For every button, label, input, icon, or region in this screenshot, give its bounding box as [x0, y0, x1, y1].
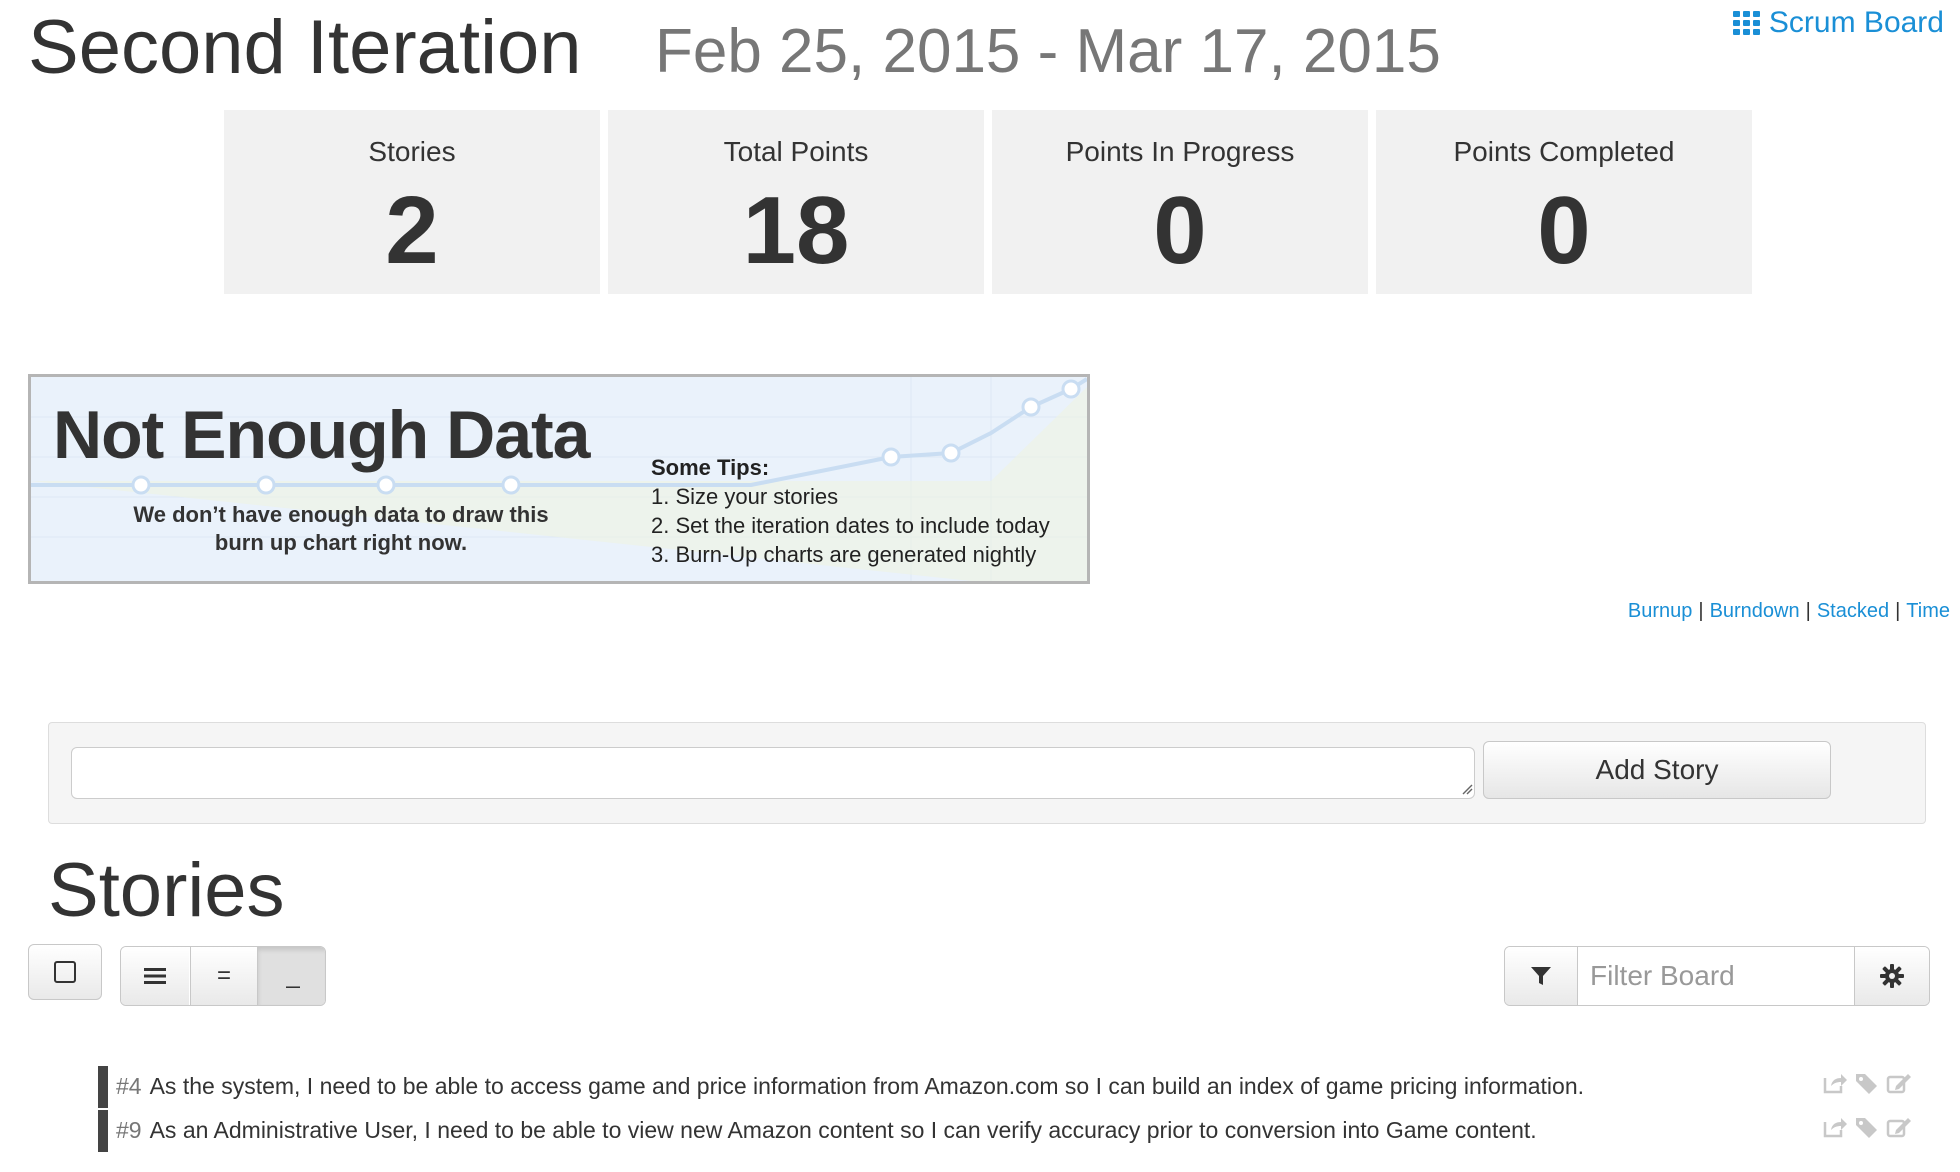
burnup-chart-placeholder: Not Enough Data We don’t have enough dat… — [28, 374, 1090, 584]
view-density-group: = _ — [120, 946, 326, 1006]
stat-label: Points In Progress — [1065, 136, 1295, 167]
select-all-button[interactable] — [28, 944, 102, 1000]
gear-icon — [1880, 964, 1904, 988]
tip-item: 2. Set the iteration dates to include to… — [651, 513, 1050, 538]
not-enough-data-title: Not Enough Data — [53, 397, 591, 473]
story-id: #4 — [116, 1073, 142, 1099]
tip-item: 1. Size your stories — [651, 484, 839, 509]
filter-board-input[interactable] — [1578, 947, 1856, 1005]
filter-button[interactable] — [1505, 947, 1578, 1005]
stat-total-points: Total Points 18 — [608, 110, 984, 294]
story-text: #9 As an Administrative User, I need to b… — [116, 1114, 1537, 1146]
time-link[interactable]: Time — [1906, 600, 1950, 622]
chart-type-links: Burnup | Burndown | Stacked | Time — [1628, 600, 1950, 623]
stacked-link[interactable]: Stacked — [1817, 600, 1889, 622]
stat-value: 2 — [385, 177, 439, 284]
separator: | — [1805, 600, 1811, 622]
separator: | — [1895, 600, 1901, 622]
stat-points-in-progress: Points In Progress 0 — [992, 110, 1368, 294]
stat-value: 0 — [1537, 177, 1591, 284]
story-status-bar — [98, 1066, 108, 1108]
message-line: burn up chart right now. — [214, 530, 468, 555]
grid-icon — [1732, 11, 1761, 35]
stat-label: Points Completed — [1453, 136, 1675, 167]
stat-value: 0 — [1153, 177, 1207, 284]
separator: | — [1698, 600, 1704, 622]
message-line: We don’t have enough data to draw this — [133, 502, 549, 527]
stories-heading: Stories — [48, 848, 285, 933]
tag-icon[interactable] — [1854, 1116, 1880, 1143]
stat-label: Stories — [368, 136, 456, 167]
edit-icon[interactable] — [1886, 1116, 1912, 1143]
story-description: As an Administrative User, I need to be … — [149, 1117, 1537, 1143]
scrum-board-label: Scrum Board — [1768, 6, 1944, 39]
add-story-panel: Add Story — [48, 722, 1926, 824]
edit-icon[interactable] — [1886, 1072, 1912, 1099]
stat-label: Total Points — [723, 136, 869, 167]
list-icon — [144, 968, 166, 984]
view-expanded-button[interactable] — [121, 947, 189, 1005]
iteration-title: Second Iteration — [28, 5, 582, 90]
add-story-button[interactable]: Add Story — [1483, 741, 1831, 799]
iteration-dates: Feb 25, 2015 - Mar 17, 2015 — [655, 17, 1441, 86]
stat-points-completed: Points Completed 0 — [1376, 110, 1752, 294]
tips-title: Some Tips: — [651, 455, 770, 480]
story-description: As the system, I need to be able to acce… — [149, 1073, 1585, 1099]
view-minimal-button[interactable]: _ — [257, 947, 325, 1005]
not-enough-data-message: We don’t have enough data to draw this b… — [71, 501, 611, 557]
story-row[interactable]: #4 As the system, I need to be able to ac… — [98, 1066, 1938, 1108]
view-compact-button[interactable]: = — [190, 947, 257, 1005]
burndown-link[interactable]: Burndown — [1710, 600, 1800, 622]
tips-list: Some Tips: 1. Size your stories 2. Set t… — [651, 453, 1050, 569]
filter-icon — [1531, 967, 1551, 985]
stat-value: 18 — [742, 177, 850, 284]
burnup-link[interactable]: Burnup — [1628, 600, 1693, 622]
story-actions — [1822, 1072, 1912, 1099]
story-actions — [1822, 1116, 1912, 1143]
story-status-bar — [98, 1110, 108, 1152]
story-id: #9 — [116, 1117, 142, 1143]
settings-button[interactable] — [1854, 947, 1929, 1005]
stat-stories: Stories 2 — [224, 110, 600, 294]
story-row[interactable]: #9 As an Administrative User, I need to b… — [98, 1110, 1938, 1152]
tip-item: 3. Burn-Up charts are generated nightly — [651, 542, 1037, 567]
new-story-textarea[interactable] — [71, 747, 1475, 799]
share-icon[interactable] — [1822, 1116, 1848, 1143]
checkbox-icon — [54, 961, 76, 983]
story-text: #4 As the system, I need to be able to ac… — [116, 1070, 1584, 1102]
tag-icon[interactable] — [1854, 1072, 1880, 1099]
resize-grip-icon[interactable] — [1461, 783, 1473, 795]
share-icon[interactable] — [1822, 1072, 1848, 1099]
scrum-board-link[interactable]: Scrum Board — [1732, 6, 1944, 40]
filter-board-group — [1504, 946, 1930, 1006]
